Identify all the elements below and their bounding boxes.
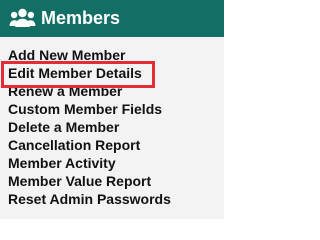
menu-item-member-activity[interactable]: Member Activity	[0, 154, 224, 172]
menu-item-renew-a-member[interactable]: Renew a Member	[0, 82, 224, 100]
members-icon	[9, 8, 36, 28]
panel-header: Members	[0, 0, 224, 37]
menu-item-reset-admin-passwords[interactable]: Reset Admin Passwords	[0, 190, 224, 208]
members-menu: Add New Member Edit Member Details Renew…	[0, 37, 224, 219]
menu-item-add-new-member[interactable]: Add New Member	[0, 46, 224, 64]
menu-list: Add New Member Edit Member Details Renew…	[0, 46, 224, 208]
menu-item-delete-a-member[interactable]: Delete a Member	[0, 118, 224, 136]
menu-item-custom-member-fields[interactable]: Custom Member Fields	[0, 100, 224, 118]
menu-item-member-value-report[interactable]: Member Value Report	[0, 172, 224, 190]
menu-item-cancellation-report[interactable]: Cancellation Report	[0, 136, 224, 154]
panel-title: Members	[41, 8, 121, 28]
members-panel: Members Add New Member Edit Member Detai…	[0, 0, 224, 219]
menu-item-edit-member-details[interactable]: Edit Member Details	[0, 64, 224, 82]
